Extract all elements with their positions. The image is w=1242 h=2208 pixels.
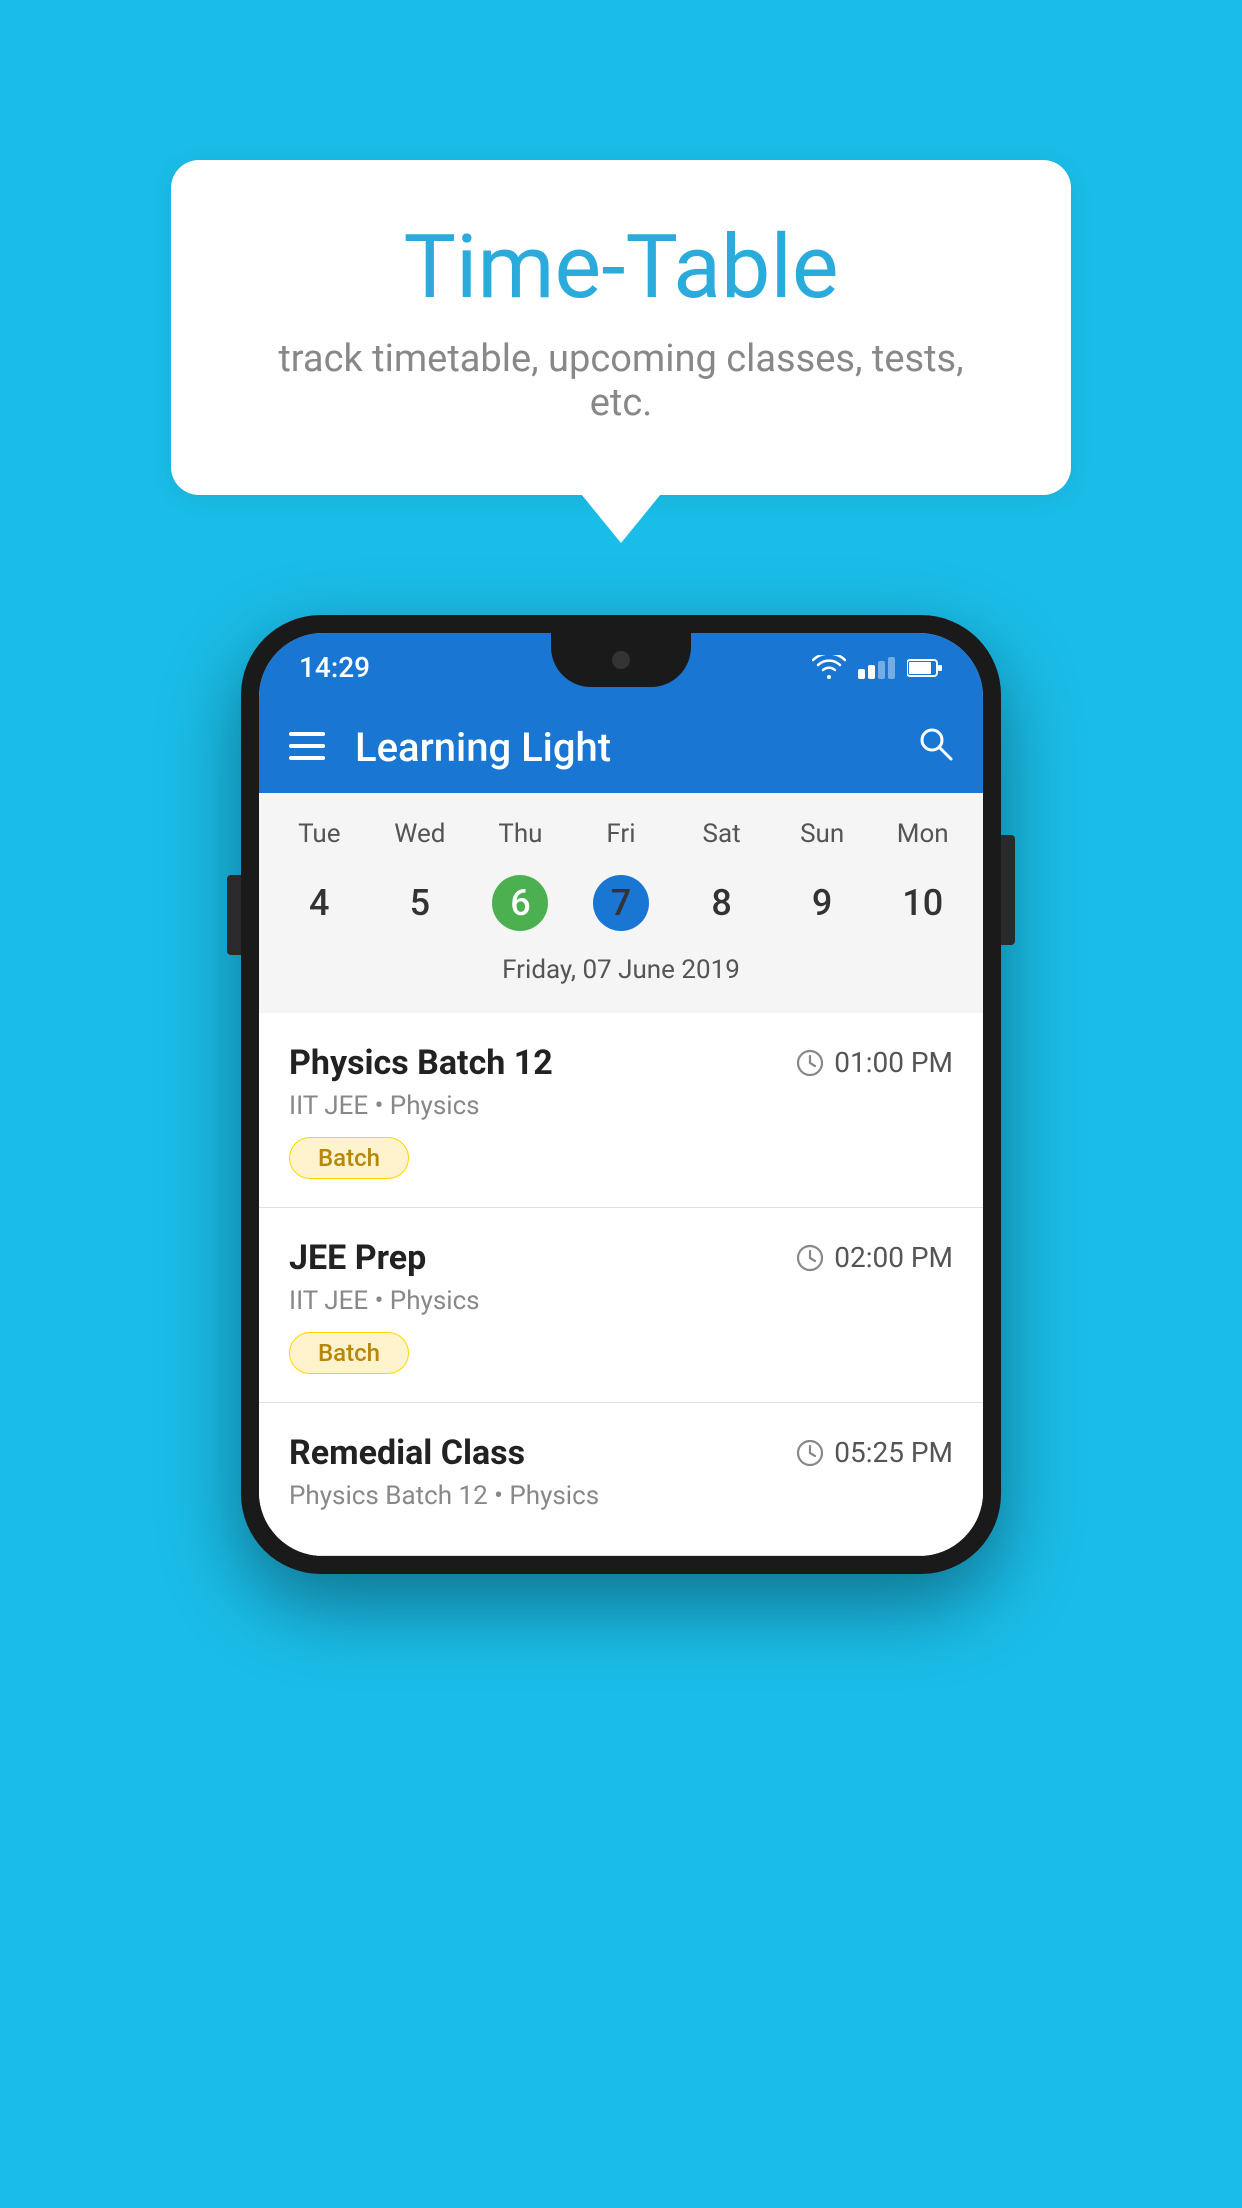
selected-date-label: Friday, 07 June 2019 xyxy=(269,941,973,1003)
phone-screen: 14:29 xyxy=(259,633,983,1556)
item-3-time-text: 05:25 PM xyxy=(834,1436,953,1469)
status-icons xyxy=(812,655,943,681)
item-1-badge: Batch xyxy=(289,1137,409,1179)
bubble-title: Time-Table xyxy=(251,220,991,317)
phone-mockup: 14:29 xyxy=(241,615,1001,1574)
item-1-time-text: 01:00 PM xyxy=(834,1046,953,1079)
item-2-badge: Batch xyxy=(289,1332,409,1374)
app-bar: Learning Light xyxy=(259,703,983,793)
day-numbers: 4 5 6 7 8 9 10 xyxy=(269,865,973,941)
item-1-top-row: Physics Batch 12 01:00 PM xyxy=(289,1043,953,1083)
item-2-time-text: 02:00 PM xyxy=(834,1241,953,1274)
schedule-list: Physics Batch 12 01:00 PM IIT JEE • Phys… xyxy=(259,1013,983,1556)
speech-bubble: Time-Table track timetable, upcoming cla… xyxy=(171,160,1071,495)
app-bar-title: Learning Light xyxy=(355,724,917,771)
day-header-sat: Sat xyxy=(671,813,772,855)
item-2-subtitle: IIT JEE • Physics xyxy=(289,1286,953,1316)
calendar-strip: Tue Wed Thu Fri Sat Sun Mon 4 5 6 7 8 9 … xyxy=(259,793,983,1013)
day-header-tue: Tue xyxy=(269,813,370,855)
item-2-top-row: JEE Prep 02:00 PM xyxy=(289,1238,953,1278)
item-1-time: 01:00 PM xyxy=(796,1046,953,1079)
signal-icon xyxy=(858,657,895,679)
item-1-subtitle: IIT JEE • Physics xyxy=(289,1091,953,1121)
day-header-sun: Sun xyxy=(772,813,873,855)
search-icon[interactable] xyxy=(917,725,953,771)
date-10[interactable]: 10 xyxy=(872,865,973,941)
item-3-time: 05:25 PM xyxy=(796,1436,953,1469)
battery-icon xyxy=(907,658,943,678)
clock-icon-3 xyxy=(796,1439,824,1467)
date-6-today[interactable]: 6 xyxy=(470,865,571,941)
item-1-title: Physics Batch 12 xyxy=(289,1043,553,1083)
clock-icon-2 xyxy=(796,1244,824,1272)
day-header-fri: Fri xyxy=(571,813,672,855)
day-header-thu: Thu xyxy=(470,813,571,855)
day-header-mon: Mon xyxy=(872,813,973,855)
date-9[interactable]: 9 xyxy=(772,865,873,941)
notch xyxy=(551,633,691,687)
date-4[interactable]: 4 xyxy=(269,865,370,941)
schedule-item-2[interactable]: JEE Prep 02:00 PM IIT JEE • Physics Batc… xyxy=(259,1208,983,1403)
item-2-time: 02:00 PM xyxy=(796,1241,953,1274)
camera-dot xyxy=(612,651,630,669)
date-5[interactable]: 5 xyxy=(370,865,471,941)
item-3-title: Remedial Class xyxy=(289,1433,525,1473)
wifi-icon xyxy=(812,655,846,681)
date-8[interactable]: 8 xyxy=(671,865,772,941)
clock-icon-1 xyxy=(796,1049,824,1077)
item-2-title: JEE Prep xyxy=(289,1238,426,1278)
status-bar: 14:29 xyxy=(259,633,983,703)
schedule-item-3[interactable]: Remedial Class 05:25 PM Physics Batch 12… xyxy=(259,1403,983,1556)
item-3-subtitle: Physics Batch 12 • Physics xyxy=(289,1481,953,1511)
schedule-item-1[interactable]: Physics Batch 12 01:00 PM IIT JEE • Phys… xyxy=(259,1013,983,1208)
phone-outer: 14:29 xyxy=(241,615,1001,1574)
day-header-wed: Wed xyxy=(370,813,471,855)
bubble-subtitle: track timetable, upcoming classes, tests… xyxy=(251,337,991,425)
item-3-top-row: Remedial Class 05:25 PM xyxy=(289,1433,953,1473)
day-headers: Tue Wed Thu Fri Sat Sun Mon xyxy=(269,813,973,855)
status-time: 14:29 xyxy=(299,651,370,684)
hamburger-icon[interactable] xyxy=(289,730,325,766)
date-7-selected[interactable]: 7 xyxy=(571,865,672,941)
